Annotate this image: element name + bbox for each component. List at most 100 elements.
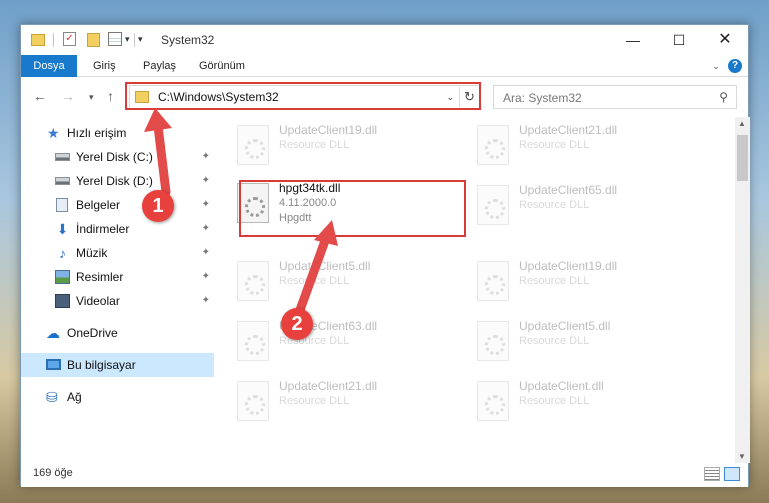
music-icon: ♪: [59, 245, 66, 261]
sidebar-item-label: Hızlı erişim: [67, 126, 127, 140]
forward-arrow-icon[interactable]: →: [61, 88, 75, 104]
help-icon[interactable]: ?: [728, 59, 742, 73]
sidebar-item-label: İndirmeler: [76, 222, 130, 236]
pin-icon[interactable]: ✦: [202, 247, 210, 258]
file-item[interactable]: UpdateClient19.dll Resource DLL: [467, 253, 697, 309]
search-icon[interactable]: ⚲: [719, 90, 728, 104]
computer-icon: [46, 359, 61, 370]
file-description: Resource DLL: [279, 275, 350, 287]
navigation-pane: ★ Hızlı erişim Yerel Disk (C:) ✦ Yerel D…: [21, 117, 214, 463]
file-item[interactable]: UpdateClient63.dll Resource DLL: [227, 313, 457, 369]
file-item[interactable]: UpdateClient19.dll Resource DLL: [227, 117, 457, 173]
sidebar-item-label: Müzik: [76, 246, 108, 260]
file-name: UpdateClient19.dll: [279, 123, 378, 137]
separator: [134, 33, 135, 47]
pin-icon[interactable]: ✦: [202, 295, 210, 306]
file-item[interactable]: UpdateClient.dll Resource DLL: [467, 373, 697, 429]
ribbon-expand-icon[interactable]: ⌄: [710, 60, 722, 72]
pin-icon[interactable]: ✦: [202, 175, 210, 186]
properties-check-icon[interactable]: ✓: [63, 32, 76, 46]
sidebar-item-downloads[interactable]: ⬇ İndirmeler ✦: [21, 217, 214, 241]
tab-view[interactable]: Görünüm: [199, 55, 245, 77]
ribbon-tabs: Dosya Giriş Paylaş Görünüm ⌄ ?: [21, 55, 748, 77]
item-count: 169 öğe: [33, 467, 73, 479]
star-icon: ★: [47, 125, 60, 141]
sidebar-item-music[interactable]: ♪ Müzik ✦: [21, 241, 214, 265]
cloud-icon: ☁: [46, 325, 60, 341]
file-list: UpdateClient19.dll Resource DLL hpgt34tk…: [215, 117, 735, 463]
new-folder-icon[interactable]: [87, 33, 100, 47]
sidebar-item-label: Videolar: [76, 294, 120, 308]
sidebar-item-onedrive[interactable]: ☁ OneDrive: [21, 321, 214, 345]
dll-file-icon: [237, 125, 269, 165]
back-arrow-icon[interactable]: ←: [33, 88, 47, 104]
pin-icon[interactable]: ✦: [202, 271, 210, 282]
window-title: System32: [161, 33, 215, 47]
dll-file-icon: [477, 381, 509, 421]
search-input[interactable]: Ara: System32: [503, 91, 582, 105]
dll-file-icon: [477, 261, 509, 301]
sidebar-item-label: Resimler: [76, 270, 124, 284]
folder-icon: [31, 34, 45, 46]
search-box[interactable]: Ara: System32 ⚲: [493, 85, 737, 109]
dll-file-icon: [237, 261, 269, 301]
sidebar-item-quick-access[interactable]: ★ Hızlı erişim: [21, 121, 214, 145]
step-badge-2: 2: [281, 308, 313, 340]
close-button[interactable]: ✕: [702, 25, 748, 55]
address-highlight-box: [125, 82, 481, 110]
scroll-up-icon[interactable]: ▲: [738, 119, 746, 128]
sidebar-item-pictures[interactable]: Resimler ✦: [21, 265, 214, 289]
sidebar-item-label: Belgeler: [76, 198, 121, 212]
recent-locations-icon[interactable]: ▾: [89, 92, 94, 103]
file-highlight-box: [239, 180, 466, 237]
vertical-scrollbar[interactable]: ▲ ▼: [735, 117, 750, 463]
minimize-button[interactable]: —: [610, 25, 656, 55]
tab-share[interactable]: Paylaş: [143, 55, 176, 77]
pin-icon[interactable]: ✦: [202, 151, 210, 162]
file-description: Resource DLL: [519, 335, 590, 347]
dll-file-icon: [237, 321, 269, 361]
maximize-button[interactable]: ☐: [656, 25, 702, 55]
documents-icon: [56, 198, 68, 212]
pictures-icon: [55, 270, 70, 284]
sidebar-item-this-pc[interactable]: Bu bilgisayar: [21, 353, 214, 377]
sidebar-item-network[interactable]: ⛁ Ağ: [21, 385, 214, 409]
file-item[interactable]: UpdateClient5.dll Resource DLL: [227, 253, 457, 309]
tiles-view-icon[interactable]: [724, 467, 740, 481]
file-name: UpdateClient19.dll: [519, 259, 618, 273]
separator: [53, 33, 54, 47]
dll-file-icon: [237, 381, 269, 421]
file-name: UpdateClient65.dll: [519, 183, 618, 197]
title-bar: ✓ ▾ ▾ System32 — ☐ ✕: [21, 25, 748, 55]
videos-icon: [55, 294, 70, 308]
sidebar-item-label: Bu bilgisayar: [67, 358, 136, 372]
file-description: Resource DLL: [279, 139, 350, 151]
tab-file[interactable]: Dosya: [21, 55, 77, 77]
file-description: Resource DLL: [519, 199, 590, 211]
file-name: UpdateClient5.dll: [519, 319, 611, 333]
file-item[interactable]: UpdateClient21.dll Resource DLL: [227, 373, 457, 429]
network-icon: ⛁: [46, 389, 58, 405]
customize-toolbar-icon[interactable]: ▾: [138, 34, 143, 50]
pin-icon[interactable]: ✦: [202, 223, 210, 234]
sidebar-item-disk-c[interactable]: Yerel Disk (C:) ✦: [21, 145, 214, 169]
view-props-icon[interactable]: [108, 32, 122, 46]
file-name: UpdateClient.dll: [519, 379, 604, 393]
file-item[interactable]: UpdateClient5.dll Resource DLL: [467, 313, 697, 369]
file-item[interactable]: UpdateClient65.dll Resource DLL: [467, 177, 697, 233]
details-view-icon[interactable]: [704, 467, 720, 481]
sidebar-item-label: Ağ: [67, 390, 82, 404]
file-item[interactable]: UpdateClient21.dll Resource DLL: [467, 117, 697, 173]
sidebar-item-videos[interactable]: Videolar ✦: [21, 289, 214, 313]
sidebar-item-documents[interactable]: Belgeler ✦: [21, 193, 214, 217]
pin-icon[interactable]: ✦: [202, 199, 210, 210]
sidebar-item-disk-d[interactable]: Yerel Disk (D:) ✦: [21, 169, 214, 193]
scroll-thumb[interactable]: [737, 135, 748, 181]
chevron-down-icon[interactable]: ▾: [125, 34, 130, 50]
scroll-down-icon[interactable]: ▼: [738, 452, 746, 461]
up-arrow-icon[interactable]: ↑: [107, 88, 114, 104]
file-description: Resource DLL: [519, 275, 590, 287]
dll-file-icon: [477, 185, 509, 225]
tab-home[interactable]: Giriş: [93, 55, 116, 77]
sidebar-item-label: Yerel Disk (C:): [76, 150, 153, 164]
